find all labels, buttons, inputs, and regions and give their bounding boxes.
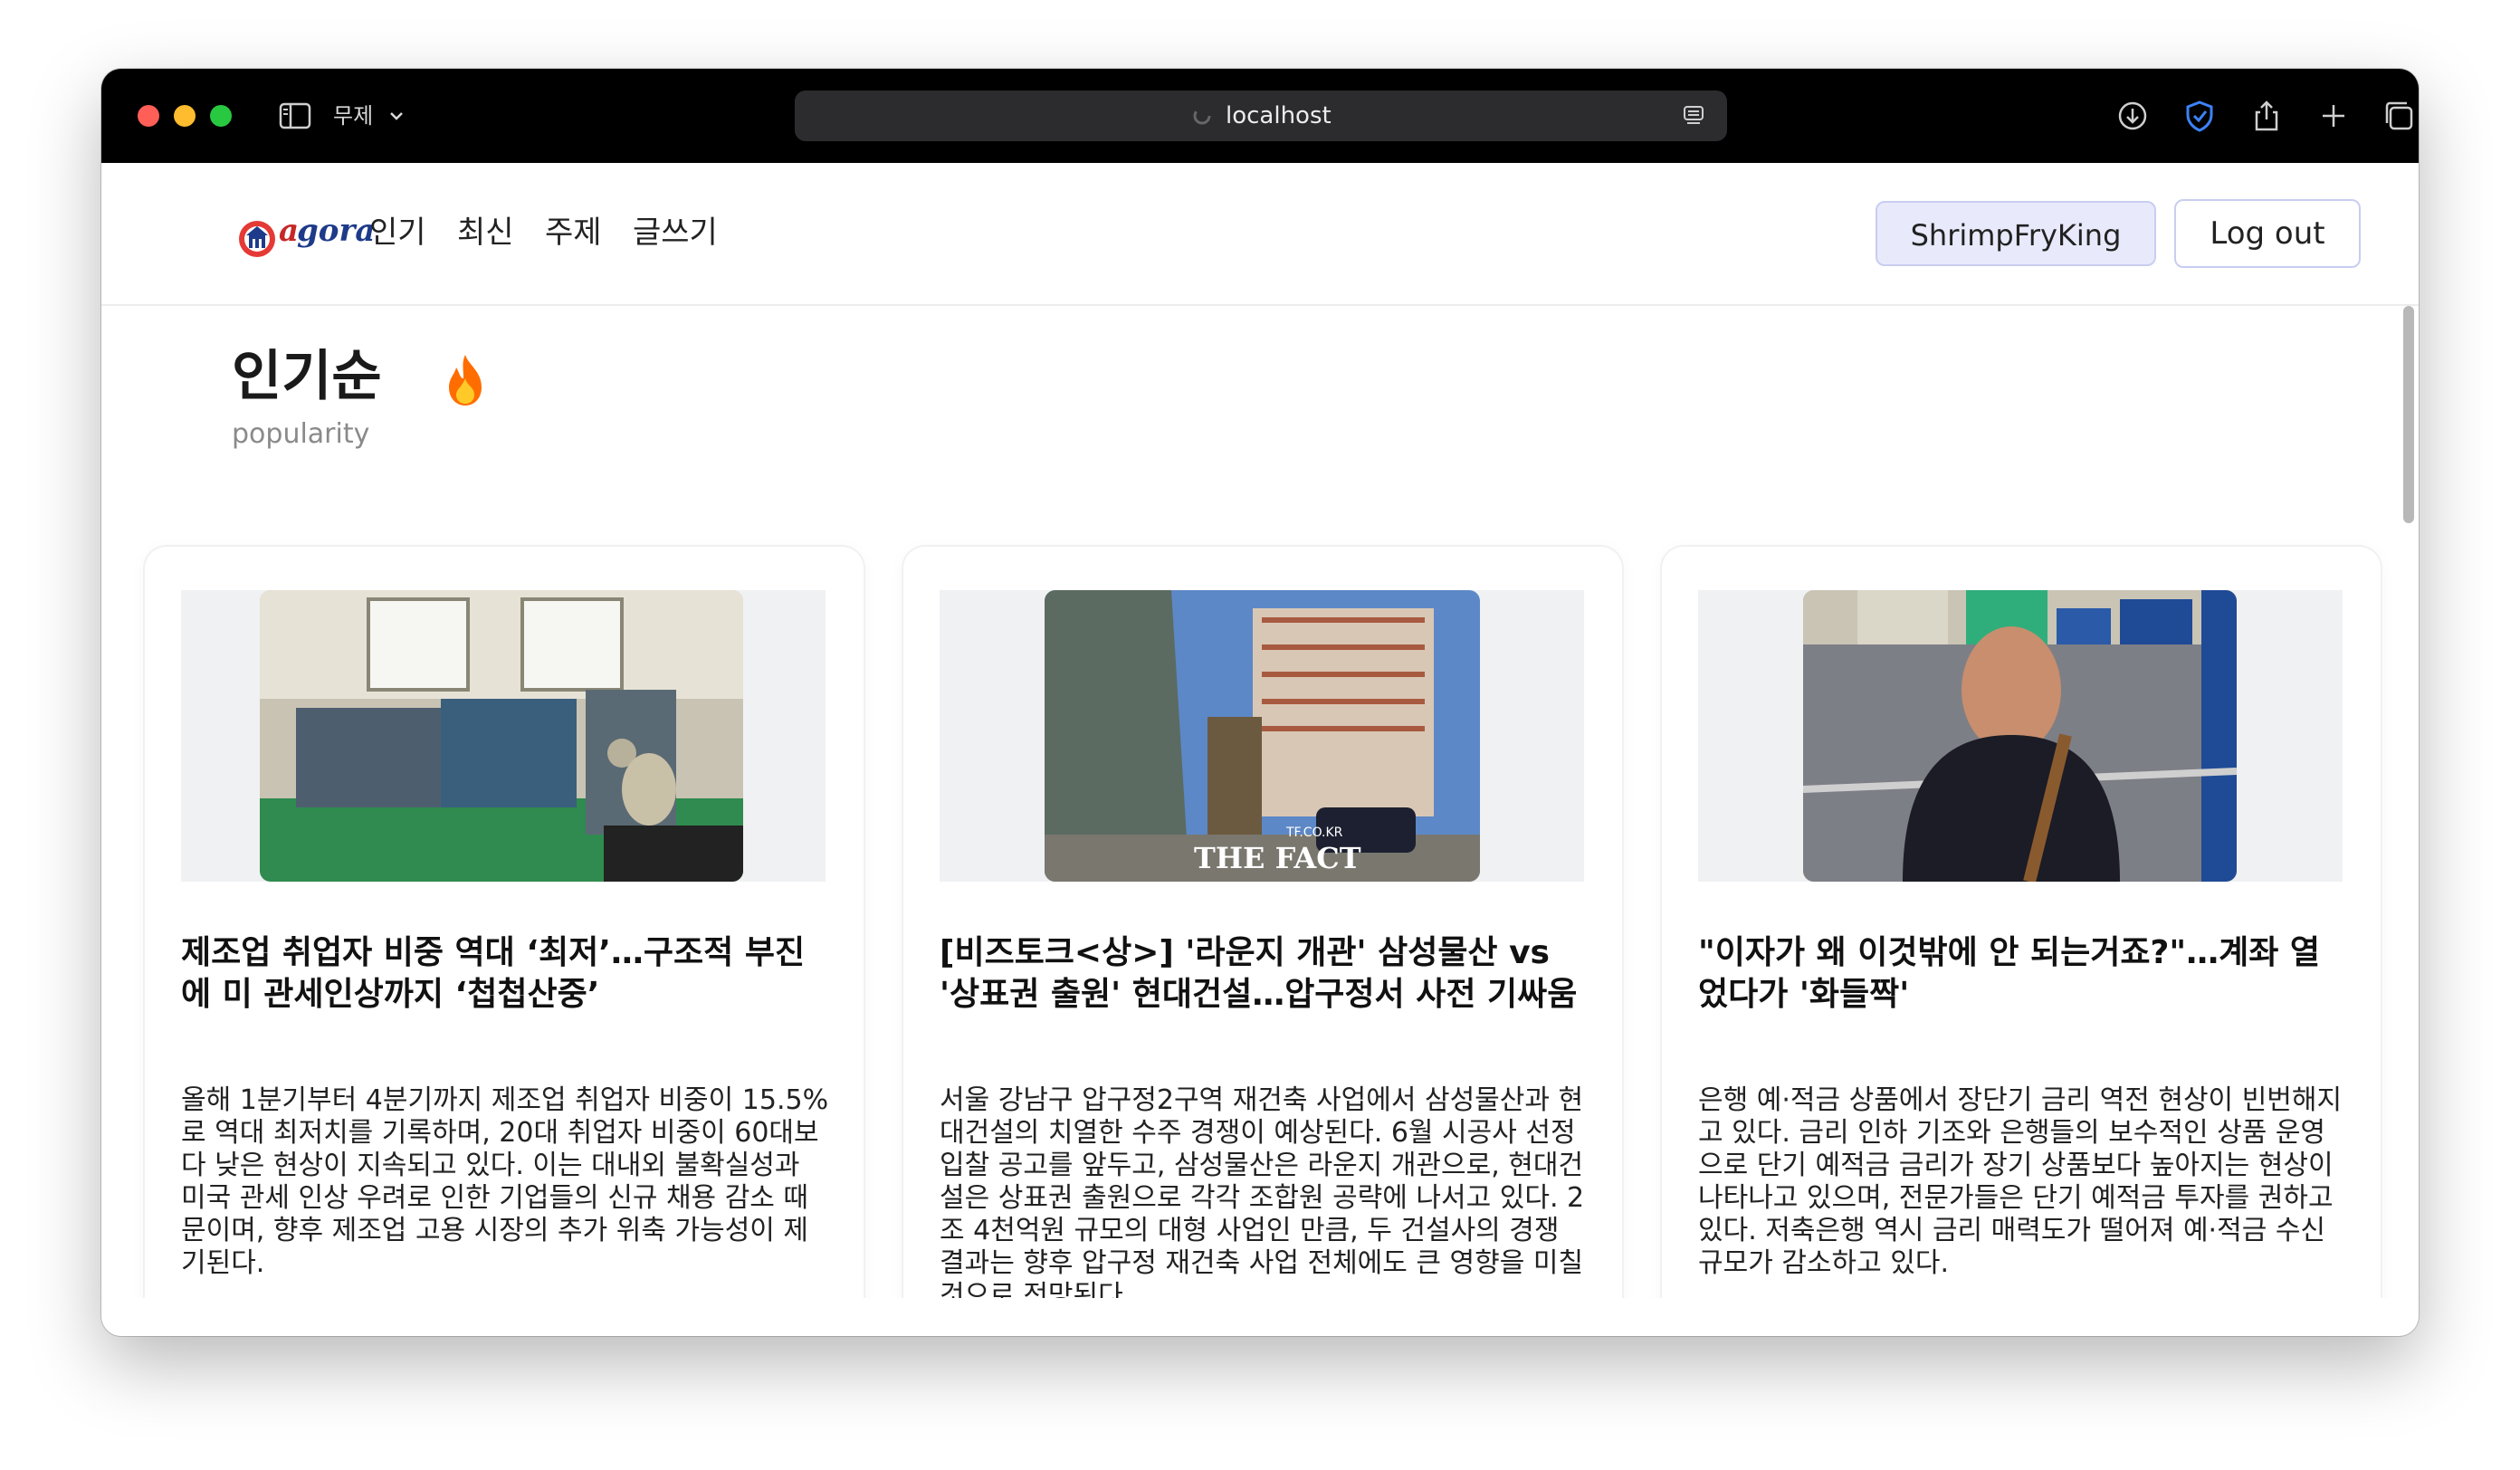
article-title[interactable]: "이자가 왜 이것밖에 안 되는거죠?"…계좌 열었다가 '화들짝' — [1698, 932, 2344, 1016]
article-image[interactable] — [260, 590, 743, 882]
logout-button[interactable]: Log out — [2174, 199, 2361, 268]
svg-text:gora: gora — [297, 213, 375, 249]
web-content: a gora 인기 최신 주제 글쓰기 ShrimpFryKing Log ou… — [101, 163, 2419, 1298]
article-image-frame — [181, 590, 826, 882]
article-card[interactable]: THE FACT TF.CO.KR [비즈토크<상>] '라운지 개관' 삼성물… — [903, 547, 1622, 1298]
article-title[interactable]: [비즈토크<상>] '라운지 개관' 삼성물산 vs '상표권 출원' 현대건설… — [940, 932, 1586, 1016]
article-summary: 서울 강남구 압구정2구역 재건축 사업에서 삼성물산과 현대건설의 치열한 수… — [940, 1084, 1585, 1298]
image-watermark-caption: THE FACT — [1194, 841, 1361, 875]
svg-text:a: a — [279, 213, 299, 249]
article-card[interactable]: 제조업 취업자 비중 역대 ‘최저’…구조적 부진에 미 관세인상까지 ‘첩첩산… — [145, 547, 864, 1298]
article-card[interactable]: "이자가 왜 이것밖에 안 되는거죠?"…계좌 열었다가 '화들짝' 은행 예·… — [1662, 547, 2381, 1298]
loading-icon — [1193, 107, 1211, 125]
browser-window: 무제 localhost a gora 인기 최신 주제 글쓰기 ShrimpF… — [101, 69, 2419, 1336]
article-image[interactable] — [1045, 590, 1480, 882]
site-logo[interactable]: a gora — [237, 208, 382, 262]
minimize-window-button[interactable] — [174, 105, 196, 127]
image-watermark-small-caption: TF.CO.KR — [1286, 826, 1343, 840]
sidebar-icon[interactable] — [279, 101, 311, 130]
tab-group-selector[interactable]: 무제 — [333, 100, 403, 132]
article-image-frame: THE FACT TF.CO.KR — [940, 590, 1584, 882]
nav-latest-link[interactable]: 최신 — [457, 210, 514, 255]
page-title: 인기순 — [232, 345, 382, 408]
title-bar: 무제 localhost — [101, 69, 2419, 163]
page-scrollbar[interactable] — [2403, 306, 2414, 523]
tabs-icon[interactable] — [2382, 100, 2415, 132]
nav-popular-link[interactable]: 인기 — [369, 210, 426, 255]
plus-icon[interactable] — [2317, 100, 2350, 132]
nav-topics-link[interactable]: 주제 — [545, 210, 602, 255]
agora-logo-icon: a gora — [239, 213, 375, 257]
article-title[interactable]: 제조업 취업자 비중 역대 ‘최저’…구조적 부진에 미 관세인상까지 ‘첩첩산… — [181, 932, 827, 1016]
nav-write-link[interactable]: 글쓰기 — [633, 210, 718, 255]
download-icon[interactable] — [2116, 100, 2149, 132]
url-text: localhost — [1226, 102, 1332, 129]
article-summary: 올해 1분기부터 4분기까지 제조업 취업자 비중이 15.5%로 역대 최저치… — [181, 1084, 829, 1279]
tab-group-label: 무제 — [333, 103, 374, 129]
shield-icon[interactable] — [2183, 100, 2216, 132]
reader-icon[interactable] — [1682, 104, 1705, 128]
page-subtitle: popularity — [232, 418, 370, 450]
article-image-frame — [1698, 590, 2343, 882]
site-navbar: a gora 인기 최신 주제 글쓰기 ShrimpFryKing Log ou… — [101, 163, 2419, 306]
article-summary: 은행 예·적금 상품에서 장단기 금리 역전 현상이 빈번해지고 있다. 금리 … — [1698, 1084, 2343, 1279]
fire-icon — [449, 355, 482, 406]
share-icon[interactable] — [2250, 100, 2283, 132]
article-image[interactable] — [1803, 590, 2237, 882]
user-profile-button[interactable]: ShrimpFryKing — [1876, 201, 2156, 266]
chevron-down-icon — [390, 112, 403, 120]
address-bar[interactable]: localhost — [795, 91, 1727, 141]
close-window-button[interactable] — [138, 105, 159, 127]
zoom-window-button[interactable] — [210, 105, 232, 127]
